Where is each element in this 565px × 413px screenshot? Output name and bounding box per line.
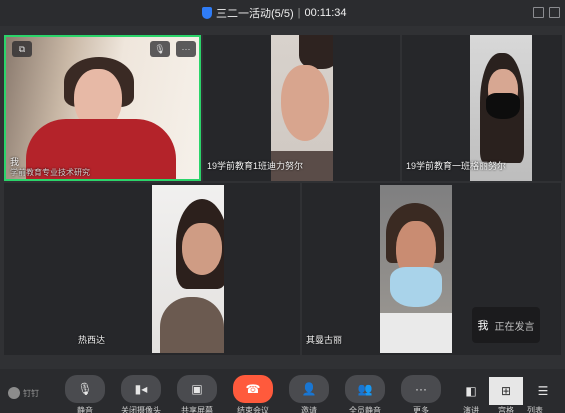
fullscreen-icon[interactable] <box>549 7 560 18</box>
participant-tile-2[interactable]: 19学前教育1班迪力努尔 <box>203 35 400 181</box>
invite-button[interactable]: 👤 <box>289 375 329 403</box>
video-feed <box>152 185 224 353</box>
share-screen-button[interactable]: ▣ <box>177 375 217 403</box>
meeting-title: 三二一活动(5/5) <box>216 8 294 20</box>
share-screen-icon: ▣ <box>191 382 203 396</box>
bottom-toolbar: 钉钉 🎙 静音 ▮◂ 关闭摄像头 ▣ 共享屏幕 ☎ 结束会议 👤 邀请 👥 全员… <box>0 369 565 413</box>
title-bar: 三二一活动(5/5) | 00:11:34 <box>0 0 565 26</box>
more-icon: ··· <box>415 382 427 396</box>
camera-icon: ▮◂ <box>134 382 148 396</box>
more-button[interactable]: ··· <box>401 375 441 403</box>
add-user-icon: 👤 <box>301 382 317 396</box>
participant-tile-3[interactable]: 19学前教育一班格丽努尔 <box>402 35 562 181</box>
participant-subtitle: 学前教育专业技术研究 <box>10 168 90 177</box>
camera-label: 关闭摄像头 <box>121 406 161 413</box>
end-meeting-button[interactable]: ☎ <box>233 375 273 403</box>
title-separator: | <box>297 7 301 19</box>
members-icon: 👥 <box>357 382 373 396</box>
tile-more-icon[interactable]: ··· <box>176 41 196 57</box>
brand-label: 钉钉 <box>23 388 39 398</box>
participant-name: 19学前教育1班迪力努尔 <box>207 161 304 171</box>
list-view-icon: ☰ <box>537 384 549 398</box>
participant-name: 热西达 <box>78 335 106 345</box>
meeting-window: 三二一活动(5/5) | 00:11:34 ⧉ 🎙 ··· 我 学前教育专业技术… <box>0 0 565 413</box>
camera-button[interactable]: ▮◂ <box>121 375 161 403</box>
grid-view-icon: ⊞ <box>500 384 512 398</box>
participant-name: 其曼古丽 <box>306 335 343 345</box>
end-meeting-label: 结束会议 <box>237 406 269 413</box>
speaking-indicator: 我 正在发言 <box>472 307 540 343</box>
speaking-status: 正在发言 <box>494 321 535 333</box>
mute-label: 静音 <box>77 406 93 413</box>
brand: 钉钉 <box>8 387 39 399</box>
speaker-view-button[interactable]: ◧ <box>454 377 488 405</box>
hang-up-icon: ☎ <box>245 382 261 396</box>
popout-window-icon[interactable] <box>533 7 544 18</box>
speaker-view-icon: ◧ <box>465 384 477 398</box>
elapsed-time: 00:11:34 <box>304 7 347 19</box>
list-view-button[interactable]: ☰ <box>526 377 560 405</box>
pin-icon[interactable]: ⧉ <box>12 41 32 57</box>
participant-tile-4[interactable]: 热西达 <box>4 183 300 355</box>
participant-tile-self[interactable]: ⧉ 🎙 ··· 我 学前教育专业技术研究 <box>4 35 201 181</box>
mute-all-label: 全员静音 <box>349 406 381 413</box>
mute-button[interactable]: 🎙 <box>65 375 105 403</box>
mute-all-button[interactable]: 👥 <box>345 375 385 403</box>
video-feed <box>6 37 199 179</box>
video-feed <box>380 185 452 353</box>
tile-mic-icon[interactable]: 🎙 <box>150 41 170 57</box>
speaker-name: 我 <box>477 320 489 332</box>
participant-name: 19学前教育一班格丽努尔 <box>406 161 507 171</box>
invite-label: 邀请 <box>301 406 317 413</box>
microphone-icon: 🎙 <box>77 382 93 396</box>
grid-view-button[interactable]: ⊞ <box>489 377 523 405</box>
list-view-label: 列表 <box>527 406 543 413</box>
share-screen-label: 共享屏幕 <box>181 406 213 413</box>
dingtalk-logo-icon <box>8 387 20 399</box>
meeting-title-group: 三二一活动(5/5) | 00:11:34 <box>202 5 347 21</box>
security-shield-icon <box>202 7 212 19</box>
